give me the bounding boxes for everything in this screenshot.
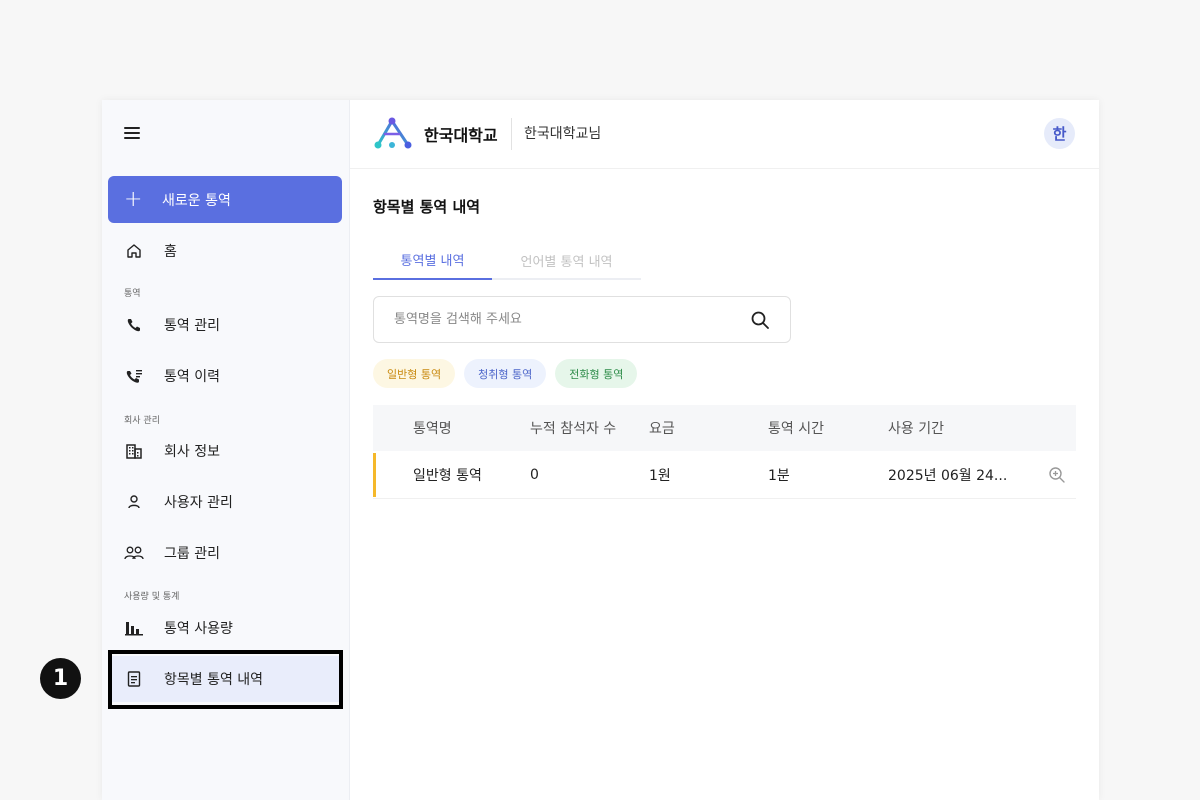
sidebar-item-label: 항목별 통역 내역 <box>164 672 264 688</box>
sidebar-item-interpret-history[interactable]: 통역 이력 <box>108 353 342 399</box>
sidebar-item-label: 그룹 관리 <box>164 546 220 562</box>
document-icon <box>124 669 144 689</box>
sidebar: + 새로운 통역 홈 통역 통역 관리 통역 이력 회사 관리 회사 정보 사용… <box>102 100 350 800</box>
bar-chart-icon <box>124 618 144 638</box>
sidebar-item-company-info[interactable]: 회사 정보 <box>108 428 342 474</box>
cell-period: 2025년 06월 24... <box>888 467 1008 484</box>
sidebar-item-usage[interactable]: 통역 사용량 <box>108 605 342 651</box>
sidebar-item-label: 통역 사용량 <box>164 621 233 637</box>
header-period: 사용 기간 <box>888 421 944 437</box>
home-icon <box>124 241 144 261</box>
cell-time: 1분 <box>768 467 790 484</box>
history-table: 통역명 누적 참석자 수 요금 통역 시간 사용 기간 일반형 통역 0 1원 … <box>373 405 1076 499</box>
table-header: 통역명 누적 참석자 수 요금 통역 시간 사용 기간 <box>373 405 1076 451</box>
cell-fee: 1원 <box>649 467 671 484</box>
search-box <box>373 296 791 343</box>
sidebar-item-group-manage[interactable]: 그룹 관리 <box>108 530 342 576</box>
phone-icon <box>124 315 144 335</box>
sidebar-item-home[interactable]: 홈 <box>108 228 342 274</box>
new-interpretation-label: 새로운 통역 <box>162 192 231 209</box>
search-input[interactable] <box>394 312 750 327</box>
tab-by-language[interactable]: 언어별 통역 내역 <box>492 240 641 280</box>
main-content: 한국대학교 한국대학교님 한 항목별 통역 내역 통역별 내역 언어별 통역 내… <box>350 100 1099 800</box>
section-label-interpret: 통역 <box>124 289 141 299</box>
sidebar-item-label: 사용자 관리 <box>164 495 233 511</box>
chip-listening[interactable]: 청취형 통역 <box>464 359 547 388</box>
top-bar: 한국대학교 한국대학교님 한 <box>350 100 1099 169</box>
sidebar-item-label: 홈 <box>164 244 177 260</box>
filter-chips: 일반형 통역 청취형 통역 전화형 통역 <box>373 359 638 388</box>
zoom-in-icon[interactable] <box>1038 466 1076 484</box>
header-fee: 요금 <box>649 421 675 437</box>
tab-by-interpretation[interactable]: 통역별 내역 <box>373 240 492 280</box>
user-name: 한국대학교님 <box>524 126 602 142</box>
sidebar-item-label: 통역 관리 <box>164 318 220 334</box>
tab-bar: 통역별 내역 언어별 통역 내역 <box>373 240 641 280</box>
cell-participants: 0 <box>530 466 539 483</box>
sidebar-item-label: 통역 이력 <box>164 369 220 385</box>
new-interpretation-button[interactable]: + 새로운 통역 <box>108 176 342 223</box>
search-icon[interactable] <box>750 310 770 330</box>
section-label-stats: 사용량 및 통계 <box>124 592 180 602</box>
header-divider <box>511 118 512 150</box>
hamburger-icon[interactable] <box>124 127 140 141</box>
user-icon <box>124 492 144 512</box>
call-log-icon <box>124 366 144 386</box>
building-icon <box>124 441 144 461</box>
brand-name: 한국대학교 <box>424 126 498 145</box>
cell-name: 일반형 통역 <box>413 467 482 484</box>
sidebar-item-item-history[interactable]: 항목별 통역 내역 <box>108 656 342 702</box>
section-label-company: 회사 관리 <box>124 416 160 426</box>
header-participants: 누적 참석자 수 <box>530 421 617 437</box>
chip-phone[interactable]: 전화형 통역 <box>555 359 638 388</box>
app-window: + 새로운 통역 홈 통역 통역 관리 통역 이력 회사 관리 회사 정보 사용… <box>102 100 1099 800</box>
plus-icon: + <box>124 186 143 212</box>
sidebar-item-label: 회사 정보 <box>164 444 220 460</box>
chip-general[interactable]: 일반형 통역 <box>373 359 456 388</box>
avatar[interactable]: 한 <box>1044 118 1075 149</box>
sidebar-item-user-manage[interactable]: 사용자 관리 <box>108 479 342 525</box>
header-name: 통역명 <box>413 421 452 437</box>
page-title: 항목별 통역 내역 <box>373 198 481 216</box>
brand-logo-icon <box>374 117 412 149</box>
group-icon <box>124 543 144 563</box>
sidebar-item-interpret-manage[interactable]: 통역 관리 <box>108 302 342 348</box>
step-badge: 1 <box>40 658 81 699</box>
row-type-indicator <box>373 453 376 497</box>
table-row[interactable]: 일반형 통역 0 1원 1분 2025년 06월 24... <box>373 451 1076 499</box>
header-time: 통역 시간 <box>768 421 824 437</box>
